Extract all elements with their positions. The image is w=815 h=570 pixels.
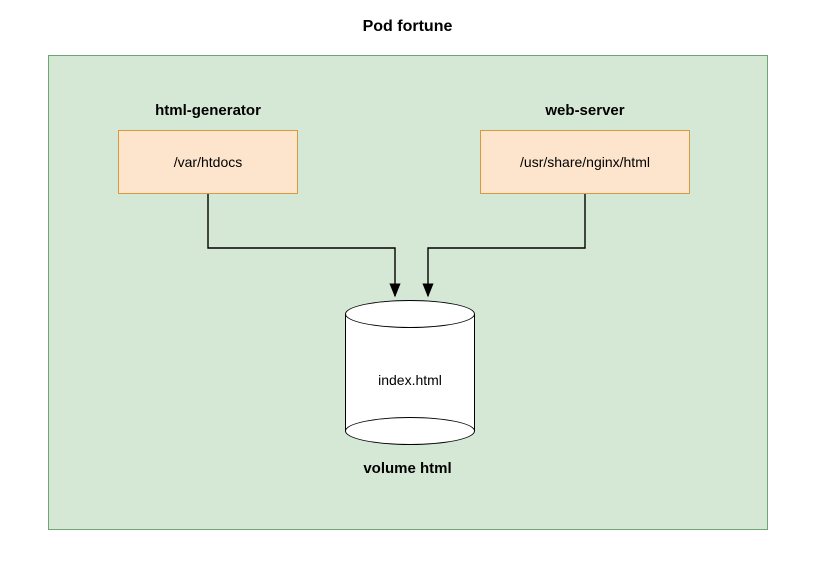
pod-container-box [48, 55, 768, 530]
cylinder-top [345, 300, 475, 328]
pod-title: Pod fortune [0, 18, 815, 36]
web-server-mount-path: /usr/share/nginx/html [520, 154, 650, 170]
cylinder-bottom [345, 417, 475, 445]
volume-file-label: index.html [345, 372, 475, 388]
html-generator-label: html-generator [118, 102, 298, 119]
volume-name-label: volume html [0, 460, 815, 477]
html-generator-mount-box: /var/htdocs [118, 130, 298, 194]
html-generator-mount-path: /var/htdocs [174, 154, 242, 170]
web-server-label: web-server [480, 102, 690, 119]
volume-cylinder: index.html [345, 300, 475, 445]
web-server-mount-box: /usr/share/nginx/html [480, 130, 690, 194]
